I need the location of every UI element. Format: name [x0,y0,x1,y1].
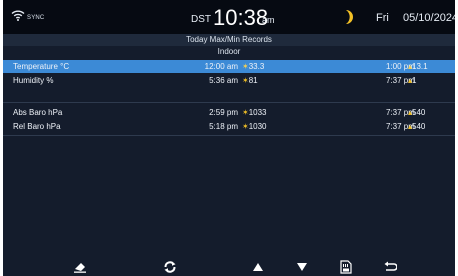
weather-station-screen: SYNC DST 10:38 am Fri 05/10/2024 Today M… [3,0,455,276]
min-value: 1 [412,76,417,85]
refresh-button[interactable] [161,260,179,274]
record-label: Humidity % [13,76,54,85]
divider [3,135,455,136]
record-row-humidity[interactable]: Humidity % 5:36 am ✶81 7:37 pm ▴1 [3,74,455,87]
max-arrow-icon: ✶ [242,62,249,71]
clock-ampm: am [262,15,275,25]
arrow-up-icon [253,263,263,271]
min-value: 13.1 [412,62,428,71]
max-arrow-icon: ✶ [242,108,249,117]
arrow-down-icon [297,263,307,271]
date: 05/10/2024 [403,12,455,24]
max-value: 81 [248,76,258,85]
min-value: 540 [412,108,426,117]
scroll-up-button[interactable] [249,260,267,274]
divider [3,102,455,103]
status-bar: SYNC DST 10:38 am Fri 05/10/2024 [3,0,455,34]
record-label: Rel Baro hPa [13,122,61,131]
max-value: 1030 [248,122,267,131]
sync-label: SYNC [27,15,45,21]
max-arrow-icon: ✶ [242,122,249,131]
record-row-rel-baro[interactable]: Rel Baro hPa 5:18 pm ✶1030 7:37 pm ▴540 [3,120,455,133]
dst-indicator: DST [191,14,211,25]
sd-card-button[interactable] [337,260,355,274]
max-time: 5:36 am [209,76,238,85]
clock-time: 10:38 [213,5,269,30]
back-button[interactable] [381,260,399,274]
moon-phase-icon [346,10,353,24]
min-value: 540 [412,122,426,131]
scroll-down-button[interactable] [293,260,311,274]
max-time: 2:59 pm [209,108,238,117]
bottom-toolbar [3,258,455,276]
sd-card-icon [340,260,352,274]
clear-records-button[interactable] [71,260,89,274]
weekday: Fri [376,12,389,24]
eraser-icon [74,263,86,273]
record-label: Temperature °C [13,62,70,71]
return-icon [384,261,397,271]
record-row-abs-baro[interactable]: Abs Baro hPa 2:59 pm ✶1033 7:37 pm ▴540 [3,106,455,119]
record-row-temperature[interactable]: Temperature °C 12:00 am ✶33.3 1:00 pm ▴1… [3,60,455,73]
max-arrow-icon: ✶ [242,76,249,85]
max-time: 5:18 pm [209,122,238,131]
wifi-icon [11,10,25,21]
page-title: Today Max/Min Records [3,34,455,46]
max-value: 1033 [248,108,267,117]
max-time: 12:00 am [204,62,238,71]
section-label-indoor: Indoor [217,47,241,56]
max-value: 33.3 [248,62,265,71]
record-label: Abs Baro hPa [13,108,63,117]
refresh-icon [164,261,176,273]
